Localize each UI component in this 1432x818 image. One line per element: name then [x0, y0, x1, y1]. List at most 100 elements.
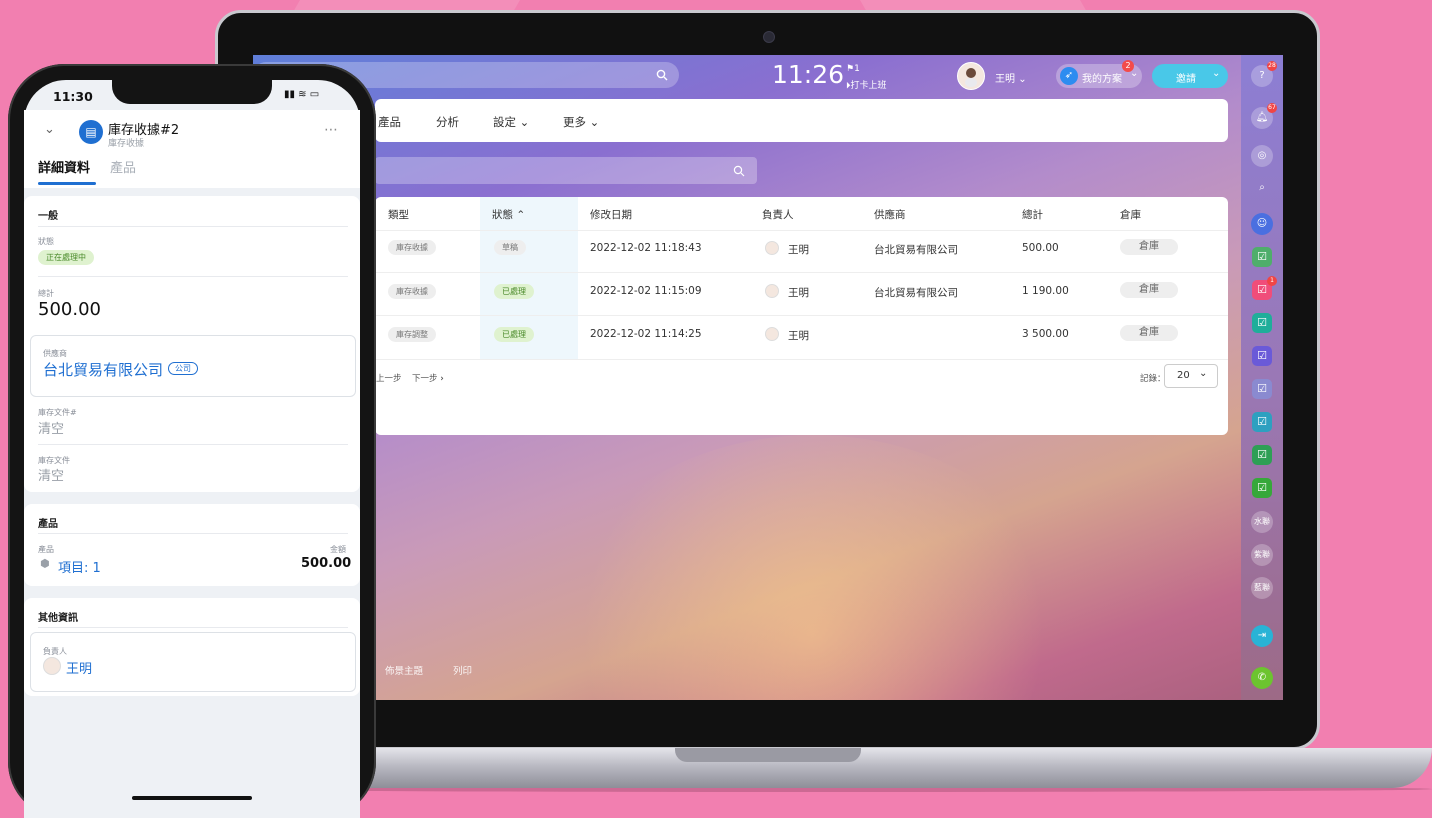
chat-purple[interactable]: 紫聯	[1251, 544, 1273, 566]
doc-number-label: 庫存文件#	[38, 408, 77, 417]
bell-badge: 67	[1267, 103, 1277, 113]
chevron-down-icon[interactable]: ⌄	[44, 122, 55, 137]
product-label: 產品	[38, 545, 54, 554]
invite-label: 邀請	[1176, 74, 1196, 85]
tab-details[interactable]: 詳細資料	[38, 157, 90, 176]
total-value: 500.00	[1022, 242, 1059, 254]
supplier-link[interactable]: 台北貿易有限公司	[43, 359, 163, 380]
laptop-base-notch	[675, 748, 861, 762]
chevron-down-icon: ⌄	[1018, 74, 1027, 85]
column-header-warehouse[interactable]: 倉庫	[1120, 207, 1141, 222]
box-icon: ⬢	[40, 557, 50, 570]
avatar	[43, 657, 61, 675]
modified-date: 2022-12-02 11:18:43	[590, 242, 702, 254]
invite-button[interactable]: 邀請 ⌄	[1152, 64, 1228, 88]
phone-icon[interactable]: ✆	[1251, 667, 1273, 689]
status-badge: 草稿	[494, 240, 526, 255]
document-icon: ▤	[79, 120, 103, 144]
task-icon[interactable]: ☑	[1252, 412, 1272, 432]
owner-link[interactable]: 王明	[788, 328, 809, 343]
avatar[interactable]	[957, 62, 985, 90]
records-value: 20	[1177, 370, 1190, 381]
modified-date: 2022-12-02 11:14:25	[590, 328, 702, 340]
total-label: 總計	[38, 289, 54, 298]
doc-number-value[interactable]: 清空	[38, 418, 64, 437]
column-header-supplier[interactable]: 供應商	[874, 207, 906, 222]
search-icon[interactable]: ⌕	[1251, 177, 1273, 199]
divider	[375, 315, 1228, 316]
chevron-down-icon: ⌄	[589, 115, 600, 129]
task-badge: 1	[1267, 276, 1277, 286]
company-tag: 公司	[168, 362, 198, 375]
punch-in-button[interactable]: ⏵打卡上班	[846, 78, 887, 91]
column-header-type[interactable]: 類型	[388, 207, 409, 222]
group-chat-icon[interactable]: ☺	[1251, 213, 1273, 235]
task-icon[interactable]: ☑	[1252, 346, 1272, 366]
divider	[38, 444, 348, 445]
nav-item-settings[interactable]: 設定 ⌄	[493, 114, 529, 130]
records-per-page-select[interactable]: 20 ⌄	[1164, 364, 1218, 388]
next-page-link[interactable]: 下一步 ›	[412, 372, 444, 384]
amount-label: 金額	[330, 545, 346, 554]
column-header-modified[interactable]: 修改日期	[590, 207, 632, 222]
chat-water[interactable]: 水聯	[1251, 511, 1273, 533]
owner-link[interactable]: 王明	[788, 285, 809, 300]
chevron-down-icon: ⌄	[1199, 368, 1208, 379]
supplier-link[interactable]: 台北貿易有限公司	[874, 285, 958, 300]
sort-asc-icon: ⌃	[516, 209, 526, 221]
punch-label: 打卡上班	[850, 81, 887, 91]
supplier-label: 供應商	[43, 349, 67, 358]
owner-link[interactable]: 王明	[788, 242, 809, 257]
clock-time: 11:26	[772, 60, 845, 89]
supplier-link[interactable]: 台北貿易有限公司	[874, 242, 958, 257]
records-label: 記錄：	[1140, 374, 1166, 384]
chat-blue[interactable]: 藍聯	[1251, 577, 1273, 599]
chevron-down-icon: ⌄	[1212, 68, 1221, 79]
right-sidebar: ? 28 🔔︎ 67 ◎ ⌕ ☺ ☑ ☑ 1 ☑ ☑ ☑ ☑ ☑ ☑ 水聯 紫聯…	[1241, 55, 1283, 700]
status-badge[interactable]: 正在處理中	[38, 250, 94, 265]
divider	[38, 226, 348, 227]
footer-link-print[interactable]: 列印	[453, 663, 472, 677]
nav-item-analytics[interactable]: 分析	[436, 114, 459, 130]
owner-label: 負責人	[43, 647, 67, 656]
active-tab-indicator	[38, 182, 96, 185]
avatar	[765, 284, 779, 298]
tab-products[interactable]: 產品	[110, 157, 136, 176]
filter-search-input[interactable]	[375, 157, 757, 184]
avatar	[765, 241, 779, 255]
nav-item-products[interactable]: 產品	[378, 114, 401, 130]
nav-settings-label: 設定	[493, 115, 516, 129]
user-name: 王明	[995, 74, 1015, 85]
general-section-title: 一般	[38, 211, 58, 222]
phone-time: 11:30	[53, 89, 93, 104]
divider	[375, 272, 1228, 273]
task-icon[interactable]: ☑	[1252, 379, 1272, 399]
task-icon[interactable]: ☑	[1252, 313, 1272, 333]
exit-icon[interactable]: ⇥	[1251, 625, 1273, 647]
avatar	[765, 327, 779, 341]
status-badge: 已處理	[494, 284, 534, 299]
type-tag: 庫存收據	[388, 284, 436, 299]
more-options-icon[interactable]: ⋯	[324, 122, 338, 138]
footer-link-theme[interactable]: 佈景主題	[385, 663, 423, 677]
chat-icon[interactable]: ◎	[1251, 145, 1273, 167]
type-tag: 庫存收據	[388, 240, 436, 255]
user-menu[interactable]: 王明 ⌄	[995, 70, 1027, 85]
flag-indicator[interactable]: ⚑1	[846, 64, 860, 74]
column-header-status[interactable]: 狀態 ⌃	[492, 207, 525, 222]
rocket-icon: ➶	[1060, 67, 1078, 85]
status-header-label: 狀態	[492, 209, 513, 221]
chevron-down-icon: ⌄	[519, 115, 530, 129]
warehouse-tag: 倉庫	[1120, 239, 1178, 255]
divider	[38, 533, 348, 534]
task-icon[interactable]: ☑	[1252, 445, 1272, 465]
task-icon[interactable]: ☑	[1252, 247, 1272, 267]
nav-item-more[interactable]: 更多 ⌄	[563, 114, 599, 130]
column-header-total[interactable]: 總計	[1022, 207, 1043, 222]
column-header-owner[interactable]: 負責人	[762, 207, 794, 222]
owner-link[interactable]: 王明	[66, 658, 92, 677]
task-icon[interactable]: ☑	[1252, 478, 1272, 498]
doc-value[interactable]: 清空	[38, 465, 64, 484]
prev-page-link[interactable]: 上一步	[376, 372, 402, 384]
items-link[interactable]: 項目: 1	[58, 557, 101, 576]
